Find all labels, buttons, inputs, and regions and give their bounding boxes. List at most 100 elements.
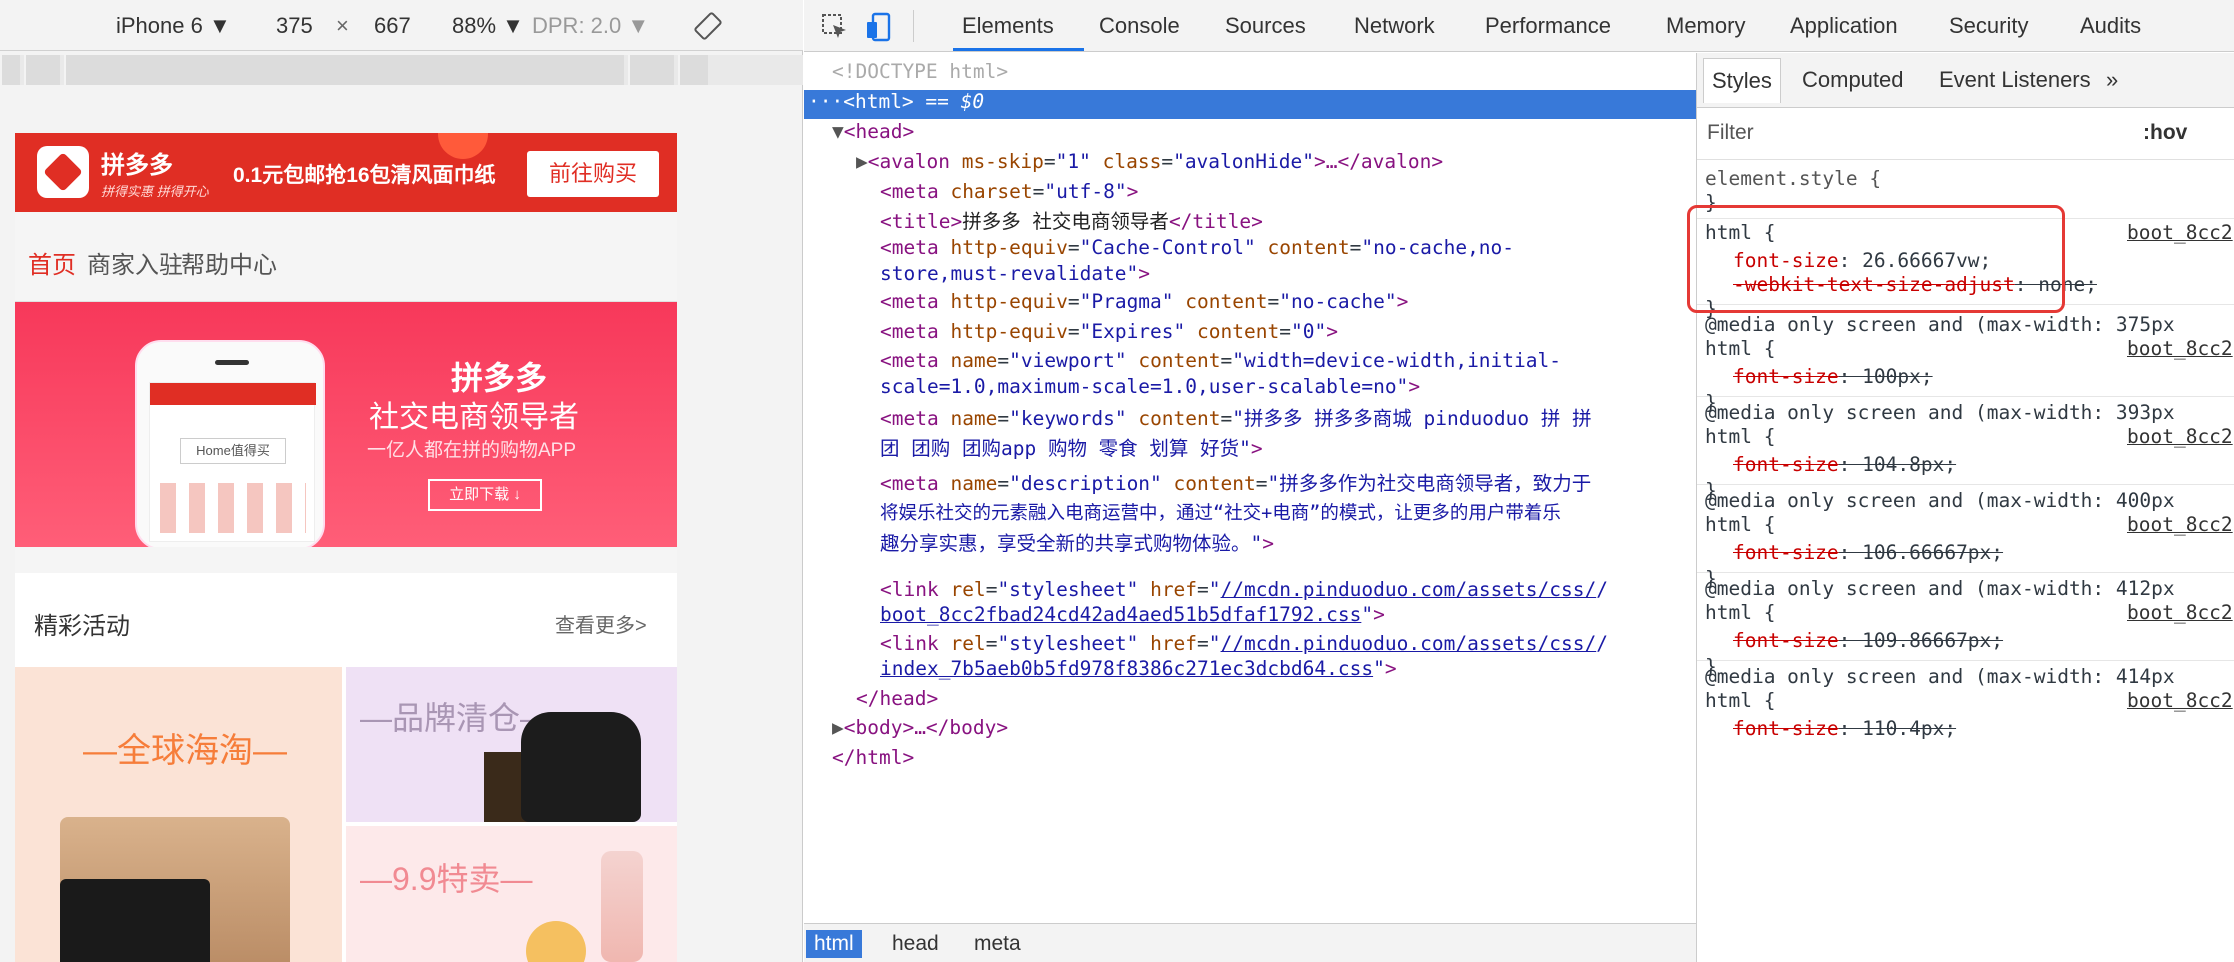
head-node[interactable]: ▼<head> — [832, 117, 914, 147]
rule-selector[interactable]: html { — [1705, 423, 1775, 451]
rule-declaration-overridden[interactable]: font-size: 104.8px; — [1733, 451, 1956, 479]
download-button[interactable]: 立即下载 ↓ — [428, 479, 542, 511]
tab-elements[interactable]: Elements — [962, 13, 1054, 39]
devtools-tabbar: Elements Console Sources Network Perform… — [804, 0, 2234, 52]
rule-selector[interactable]: html { — [1705, 687, 1775, 715]
nav-item-home[interactable]: 首页 — [28, 245, 76, 280]
device-select[interactable]: iPhone 6 ▼ — [116, 13, 231, 39]
more-tabs-icon[interactable]: » — [2106, 67, 2118, 93]
banner-subtitle: 社交电商领导者 — [369, 401, 579, 434]
tab-event-listeners[interactable]: Event Listeners — [1939, 67, 2091, 93]
media-rule: @media only screen and (max-width: 400px… — [1697, 487, 2234, 590]
html-close-node[interactable]: </html> — [832, 743, 914, 773]
phone-mockup-image: Home值得买 — [135, 340, 325, 550]
decorative-dot — [438, 133, 488, 159]
see-more-link[interactable]: 查看更多> — [555, 609, 647, 638]
tile-global-label: —全球海淘— — [83, 732, 287, 770]
hover-state-toggle[interactable]: :hov — [2143, 121, 2187, 145]
dpr-select[interactable]: DPR: 2.0 ▼ — [532, 13, 649, 39]
meta-cache-node-cont: store,must-revalidate"> — [880, 262, 1151, 285]
tab-computed[interactable]: Computed — [1802, 67, 1904, 93]
banner-tagline: 一亿人都在拼的购物APP — [367, 440, 577, 461]
tile-sale-label: —9.9特卖— — [360, 861, 533, 897]
dom-tree: <!DOCTYPE html> ···<html> == $0 ▼<head> … — [804, 53, 1696, 923]
element-style-selector[interactable]: element.style { — [1705, 165, 1881, 193]
tile-9-9-sale[interactable]: —9.9特卖— — [346, 826, 677, 962]
rule-source-link[interactable]: boot_8cc2 — [2127, 219, 2233, 247]
peach-image — [526, 921, 586, 962]
nav-item-merchants[interactable]: 商家入驻 — [87, 245, 183, 280]
zoom-select[interactable]: 88% ▼ — [452, 13, 524, 39]
rule-source-link[interactable]: boot_8cc2 — [2127, 423, 2233, 451]
meta-description-node[interactable]: <meta name="description" content="拼多多作为社… — [880, 469, 1591, 499]
tab-console[interactable]: Console — [1099, 13, 1180, 39]
tab-application[interactable]: Application — [1790, 13, 1898, 39]
dom-breadcrumbs: html head meta — [804, 923, 1696, 962]
lotion-bottle-image — [601, 851, 643, 962]
active-tab-indicator — [953, 48, 1084, 51]
meta-keywords-node-cont: 团 团购 团购app 购物 零食 划算 好货"> — [880, 437, 1263, 460]
meta-viewport-node-cont: scale=1.0,maximum-scale=1.0,user-scalabl… — [880, 375, 1421, 398]
emulated-page: 拼多多 拼得实惠 拼得开心 0.1元包邮抢16包清风面巾纸 前往购买 首页 商家… — [15, 133, 677, 962]
activities-header: 精彩活动 查看更多> — [15, 573, 677, 666]
rule-selector[interactable]: html { — [1705, 511, 1775, 539]
rule-source-link[interactable]: boot_8cc2 — [2127, 599, 2233, 627]
styles-sidebar: Styles Computed Event Listeners » Filter… — [1687, 53, 2234, 962]
rule-selector[interactable]: html { — [1705, 335, 1775, 363]
rule-source-link[interactable]: boot_8cc2 — [2127, 335, 2233, 363]
brand-name: 拼多多 — [101, 152, 173, 179]
head-close-node[interactable]: </head> — [856, 684, 938, 714]
meta-expires-node[interactable]: <meta http-equiv="Expires" content="0"> — [880, 317, 1338, 347]
go-buy-button[interactable]: 前往购买 — [527, 151, 659, 197]
brand-slogan: 拼得实惠 拼得开心 — [101, 184, 209, 199]
meta-pragma-node[interactable]: <meta http-equiv="Pragma" content="no-ca… — [880, 287, 1408, 317]
meta-description-node-cont: 将娱乐社交的元素融入电商运营中，通过“社交+电商”的模式，让更多的用户带着乐 — [880, 503, 1561, 524]
tab-memory[interactable]: Memory — [1666, 13, 1745, 39]
tab-styles[interactable]: Styles — [1703, 58, 1781, 103]
breadcrumb-html[interactable]: html — [806, 930, 862, 958]
styles-filter-input[interactable]: Filter — [1707, 121, 1754, 145]
styles-tabbar: Styles Computed Event Listeners » — [1697, 53, 2234, 108]
rotate-icon[interactable] — [693, 11, 723, 47]
tab-network[interactable]: Network — [1354, 13, 1435, 39]
site-nav: 首页 商家入驻 帮助中心 — [15, 212, 677, 302]
hero-banner[interactable]: Home值得买 拼多多 社交电商领导者 一亿人都在拼的购物APP 立即下载 ↓ — [15, 302, 677, 550]
avalon-node[interactable]: ▶<avalon ms-skip="1" class="avalonHide">… — [856, 147, 1443, 177]
breadcrumb-meta[interactable]: meta — [966, 930, 1029, 958]
pinduoduo-logo-icon — [37, 146, 89, 198]
body-node[interactable]: ▶<body>…</body> — [832, 713, 1008, 743]
nav-item-help[interactable]: 帮助中心 — [181, 245, 277, 280]
rule-selector[interactable]: html { — [1705, 599, 1775, 627]
tile-brand-clearance[interactable]: —品牌清仓— — [346, 667, 677, 822]
inspect-element-icon[interactable] — [820, 12, 850, 42]
rule-declaration-overridden[interactable]: font-size: 109.86667px; — [1733, 627, 2003, 655]
tile-global-shopping[interactable]: —全球海淘— — [15, 667, 342, 962]
ruler-segment — [64, 55, 624, 85]
tab-security[interactable]: Security — [1949, 13, 2028, 39]
rule-declaration-overridden[interactable]: font-size: 110.4px; — [1733, 715, 1956, 743]
rule-source-link[interactable]: boot_8cc2 — [2127, 687, 2233, 715]
meta-keywords-node[interactable]: <meta name="keywords" content="拼多多 拼多多商城… — [880, 404, 1592, 434]
device-width-input[interactable]: 375 — [276, 13, 313, 39]
breadcrumb-head[interactable]: head — [884, 930, 947, 958]
meta-charset-node[interactable]: <meta charset="utf-8"> — [880, 177, 1138, 207]
mockup-label: Home值得买 — [180, 438, 286, 464]
html-node[interactable]: ···<html> == $0 — [808, 87, 984, 117]
dimension-separator: × — [336, 13, 349, 38]
link-stylesheet-boot-cont: boot_8cc2fbad24cd42ad4aed51b5dfaf1792.cs… — [880, 603, 1385, 626]
media-rule: @media only screen and (max-width: 375px… — [1697, 311, 2234, 414]
rule-source-link[interactable]: boot_8cc2 — [2127, 511, 2233, 539]
tab-audits[interactable]: Audits — [2080, 13, 2141, 39]
tab-performance[interactable]: Performance — [1485, 13, 1611, 39]
meta-description-node-cont2: 趣分享实惠，享受全新的共享式购物体验。"> — [880, 532, 1274, 555]
rule-declaration-overridden[interactable]: font-size: 100px; — [1733, 363, 1933, 391]
annotation-highlight-box — [1687, 205, 2065, 313]
device-toggle-icon[interactable] — [864, 12, 894, 42]
tab-sources[interactable]: Sources — [1225, 13, 1306, 39]
doctype-node[interactable]: <!DOCTYPE html> — [832, 57, 1008, 87]
wallet-image — [60, 879, 210, 962]
device-height-input[interactable]: 667 — [374, 13, 411, 39]
ruler-segment — [0, 55, 20, 85]
toolbar-divider — [913, 10, 914, 42]
rule-declaration-overridden[interactable]: font-size: 106.66667px; — [1733, 539, 2003, 567]
